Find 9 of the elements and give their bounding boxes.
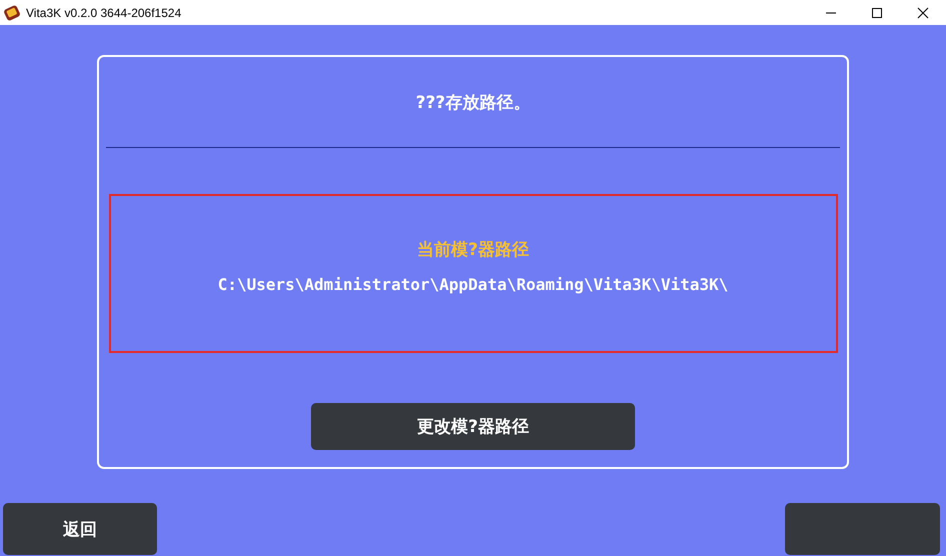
path-label: 当前模?器路径: [417, 239, 529, 261]
maximize-icon[interactable]: [871, 6, 883, 18]
dialog-heading: ???存放路径。: [416, 92, 530, 115]
window-title: Vita3K v0.2.0 3644-206f1524: [26, 6, 182, 20]
path-text: C:\Users\Administrator\AppData\Roaming\Vita3K\Vita3K\: [218, 275, 728, 294]
close-icon[interactable]: [917, 6, 929, 18]
app-icon: [4, 4, 20, 20]
change-path-button[interactable]: 更改模?器路径: [311, 403, 635, 450]
back-button[interactable]: 返回: [3, 503, 157, 555]
